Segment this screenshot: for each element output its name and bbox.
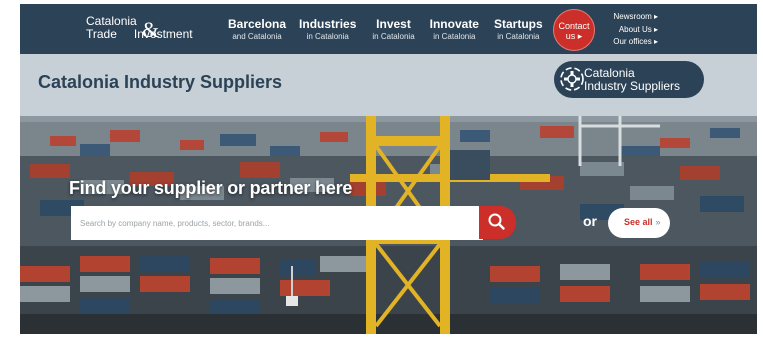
page-frame: Catalonia Trade Investment & Barcelona an… xyxy=(20,4,757,334)
nav-sub: in Catalonia xyxy=(497,32,540,41)
contact-line2: us ▸ xyxy=(565,31,583,41)
nav-sub: and Catalonia xyxy=(232,32,282,41)
hero-banner: Find your supplier or partner here or Se… xyxy=(20,116,757,334)
brand-line1: Catalonia xyxy=(86,14,137,28)
brand-trade: Trade xyxy=(86,27,117,41)
top-navigation-bar: Catalonia Trade Investment & Barcelona an… xyxy=(20,4,757,54)
contact-us-button[interactable]: Contact us ▸ xyxy=(553,9,595,51)
nav-startups[interactable]: Startups in Catalonia xyxy=(494,18,543,42)
contact-line1: Contact xyxy=(558,21,590,31)
search-box xyxy=(71,206,483,240)
link-our-offices[interactable]: Our offices ▸ xyxy=(604,36,658,49)
search-button[interactable] xyxy=(479,206,516,239)
industry-suppliers-logo-button[interactable]: Catalonia Industry Suppliers xyxy=(554,61,704,98)
title-band: Catalonia Industry Suppliers Catalonia I… xyxy=(20,54,757,116)
nav-barcelona[interactable]: Barcelona and Catalonia xyxy=(228,18,286,42)
industry-suppliers-logo-icon xyxy=(560,67,584,91)
search-input[interactable] xyxy=(72,207,482,239)
link-newsroom[interactable]: Newsroom ▸ xyxy=(604,11,658,24)
or-label: or xyxy=(583,213,597,229)
double-chevron-right-icon: » xyxy=(655,217,661,227)
brand-line2: Trade Investment xyxy=(86,28,193,40)
nav-main: Industries xyxy=(299,17,357,31)
utility-links: Newsroom ▸ About Us ▸ Our offices ▸ xyxy=(604,11,658,49)
pill-line2: Industry Suppliers xyxy=(584,79,681,93)
nav-sub: in Catalonia xyxy=(372,32,415,41)
pill-line1: Catalonia xyxy=(584,66,635,80)
nav-industries[interactable]: Industries in Catalonia xyxy=(299,18,356,42)
see-all-label: See all xyxy=(624,217,653,227)
page-title: Catalonia Industry Suppliers xyxy=(38,72,283,92)
nav-sub: in Catalonia xyxy=(306,32,349,41)
nav-sub: in Catalonia xyxy=(433,32,476,41)
link-about-us[interactable]: About Us ▸ xyxy=(604,24,658,37)
search-icon xyxy=(488,213,505,230)
main-nav: Barcelona and Catalonia Industries in Ca… xyxy=(228,18,556,42)
nav-main: Invest xyxy=(376,17,411,31)
nav-innovate[interactable]: Innovate in Catalonia xyxy=(430,18,479,42)
nav-main: Innovate xyxy=(429,17,479,31)
pill-text: Catalonia Industry Suppliers xyxy=(584,67,680,93)
brand-logo[interactable]: Catalonia Trade Investment & xyxy=(86,14,193,42)
see-all-button[interactable]: See all» xyxy=(608,208,670,238)
nav-main: Startups xyxy=(493,17,543,31)
brand-ampersand: & xyxy=(142,17,160,42)
nav-invest[interactable]: Invest in Catalonia xyxy=(372,18,414,42)
nav-main: Barcelona xyxy=(228,17,287,31)
hero-heading: Find your supplier or partner here xyxy=(69,178,353,198)
